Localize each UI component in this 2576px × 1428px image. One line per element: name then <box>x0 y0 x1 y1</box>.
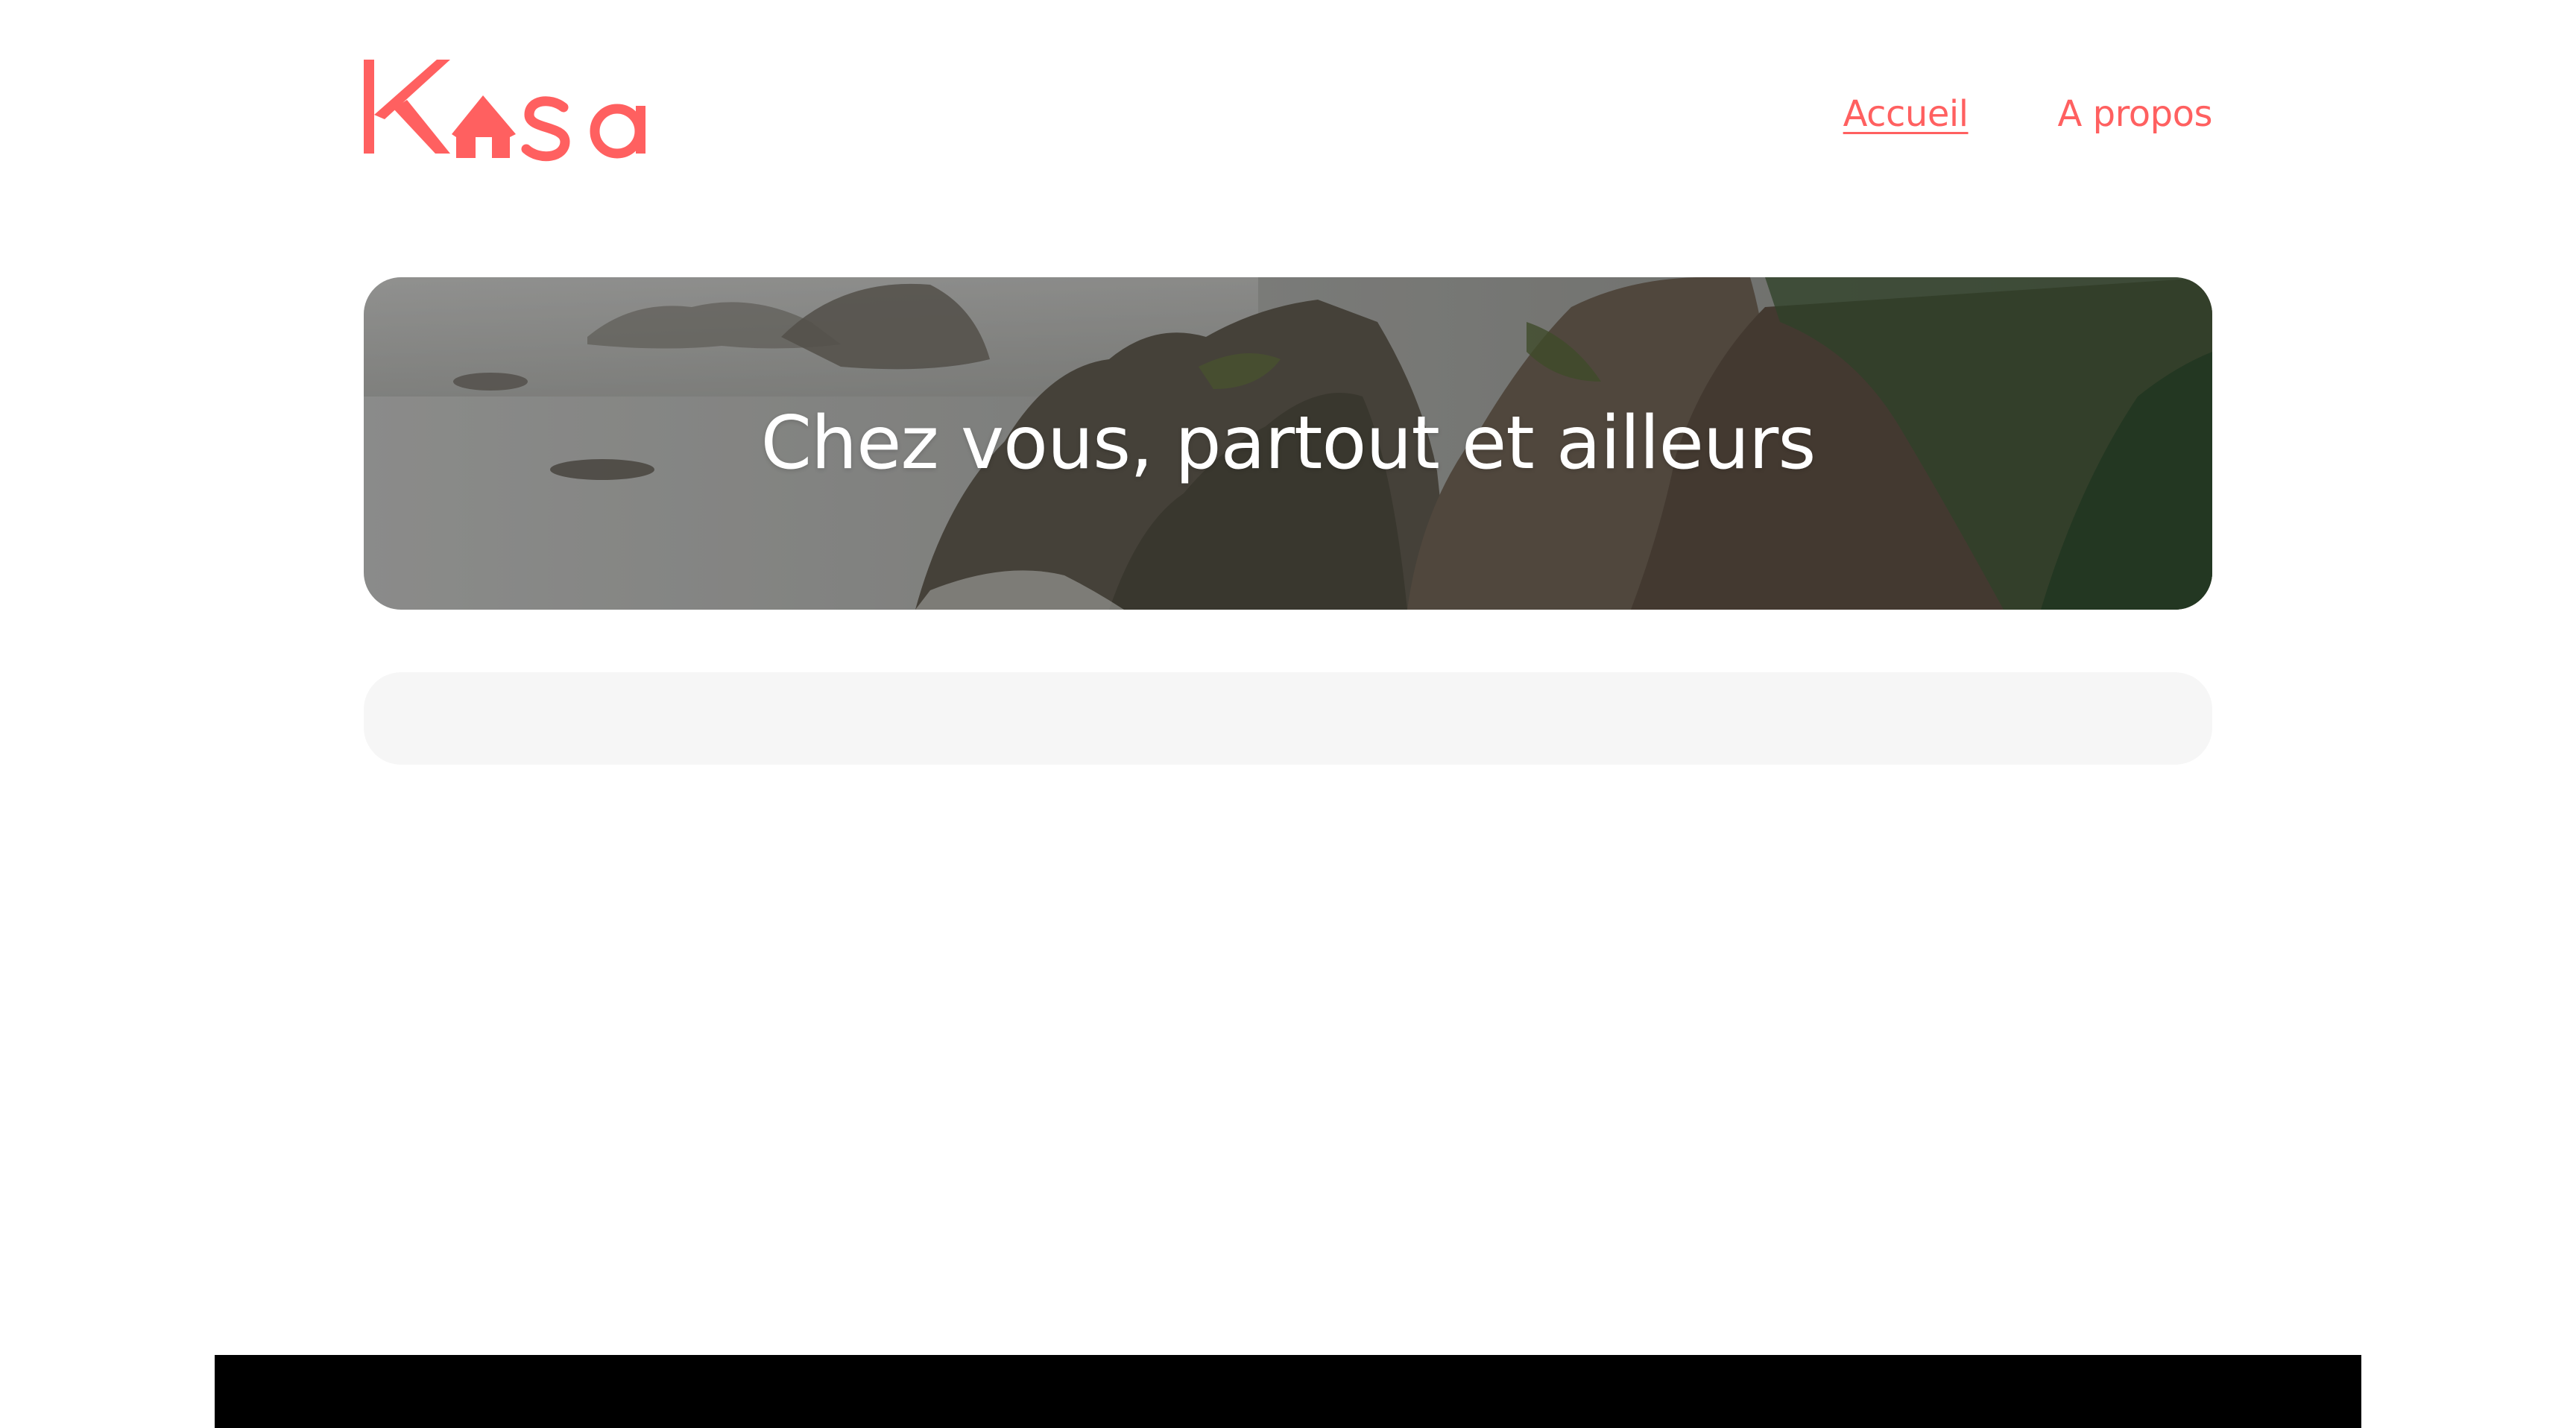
hero-banner: Chez vous, partout et ailleurs <box>364 277 2212 610</box>
site-header: Accueil A propos <box>364 57 2213 165</box>
kasa-logo[interactable] <box>364 57 684 165</box>
banner-title: Chez vous, partout et ailleurs <box>760 401 1816 486</box>
kasa-logo-icon <box>364 60 645 162</box>
nav-link-accueil[interactable]: Accueil <box>1843 93 1969 135</box>
page: Accueil A propos Chez vous, partout et a… <box>0 0 2576 1428</box>
main-nav: Accueil A propos <box>1843 88 2213 140</box>
site-footer <box>215 1355 2361 1428</box>
accommodations-gallery <box>364 672 2212 765</box>
nav-link-a-propos[interactable]: A propos <box>2058 93 2213 135</box>
